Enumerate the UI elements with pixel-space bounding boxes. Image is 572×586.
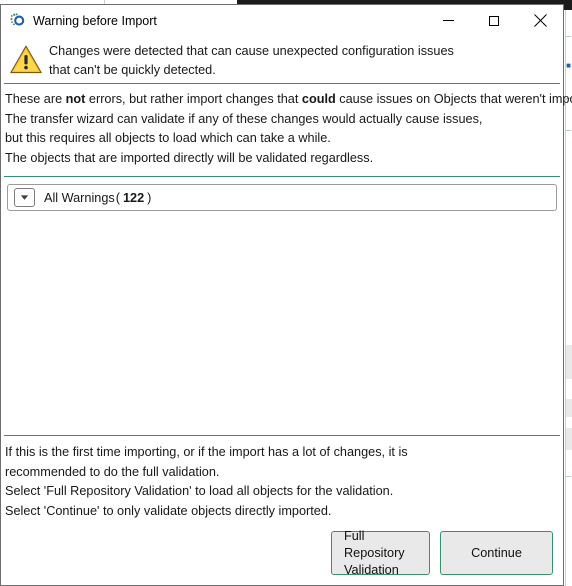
close-paren: ) bbox=[147, 190, 152, 205]
header-warning-line-1: Changes were detected that can cause une… bbox=[49, 44, 454, 58]
body-divider bbox=[4, 176, 560, 177]
minimize-icon bbox=[442, 20, 454, 21]
header-warning-banner: Changes were detected that can cause une… bbox=[1, 36, 563, 80]
maximize-button[interactable] bbox=[471, 5, 517, 36]
background-panel-row bbox=[566, 428, 572, 450]
header-warning-line-2: that can't be quickly detected. bbox=[49, 63, 216, 77]
footer-button-bar: Full Repository Validation Continue bbox=[1, 521, 563, 585]
continue-label: Continue bbox=[471, 545, 522, 560]
body-line-1-part-b: errors, but rather import changes that bbox=[85, 92, 302, 106]
continue-button[interactable]: Continue bbox=[440, 531, 553, 575]
background-panel-divider bbox=[566, 36, 571, 37]
background-panel-row bbox=[566, 399, 572, 417]
full-repository-validation-label-line-1: Full Repository bbox=[344, 528, 405, 560]
footer-line-2: recommended to do the full validation. bbox=[5, 464, 220, 479]
background-panel-glyph: ■ bbox=[566, 61, 571, 70]
body-line-1: These are not errors, but rather import … bbox=[5, 90, 572, 110]
body-line-1-bold-not: not bbox=[65, 92, 86, 106]
body-line-4: The objects that are imported directly w… bbox=[5, 150, 374, 165]
warning-triangle-icon bbox=[9, 44, 43, 75]
dialog-titlebar[interactable]: Warning before Import bbox=[1, 5, 563, 36]
footer-line-4: Select 'Continue' to only validate objec… bbox=[5, 503, 332, 518]
full-repository-validation-button[interactable]: Full Repository Validation bbox=[331, 529, 430, 577]
all-warnings-group-header[interactable]: All Warnings(122) bbox=[7, 184, 557, 211]
window-controls bbox=[425, 5, 563, 36]
footer-help-text: If this is the first time importing, or … bbox=[1, 436, 563, 521]
body-line-3: but this requires all objects to load wh… bbox=[5, 131, 331, 145]
warning-before-import-dialog: Warning before Import Changes were detec… bbox=[0, 4, 572, 586]
warnings-count: 122 bbox=[122, 190, 145, 205]
full-repository-validation-label: Full Repository Validation bbox=[344, 528, 417, 579]
body-line-1-part-c: cause issues on Objects that weren't imp… bbox=[339, 92, 572, 106]
background-panel-divider bbox=[566, 476, 571, 477]
body-paragraph: These are not errors, but rather import … bbox=[1, 84, 572, 174]
warnings-list-area[interactable] bbox=[1, 211, 563, 435]
close-icon bbox=[533, 14, 547, 27]
dialog-title: Warning before Import bbox=[33, 13, 157, 28]
footer-line-3: Select 'Full Repository Validation' to l… bbox=[5, 484, 394, 498]
maximize-icon bbox=[489, 15, 499, 26]
background-panel-divider bbox=[566, 130, 571, 131]
background-panel-row bbox=[566, 345, 572, 379]
minimize-button[interactable] bbox=[425, 5, 471, 36]
close-button[interactable] bbox=[517, 5, 563, 36]
body-line-1-bold-could: could bbox=[301, 92, 336, 106]
all-warnings-text: All Warnings bbox=[44, 190, 115, 205]
full-repository-validation-label-line-2: Validation bbox=[344, 562, 399, 577]
body-line-2: The transfer wizard can validate if any … bbox=[5, 111, 483, 126]
header-warning-text: Changes were detected that can cause une… bbox=[49, 42, 454, 80]
body-line-1-part-a: These are bbox=[5, 92, 66, 106]
all-warnings-label: All Warnings(122) bbox=[44, 191, 152, 205]
chevron-down-icon bbox=[20, 195, 29, 200]
app-dots-circle-icon bbox=[10, 13, 26, 29]
footer-line-1: If this is the first time importing, or … bbox=[5, 445, 408, 459]
expand-warnings-button[interactable] bbox=[14, 188, 35, 207]
